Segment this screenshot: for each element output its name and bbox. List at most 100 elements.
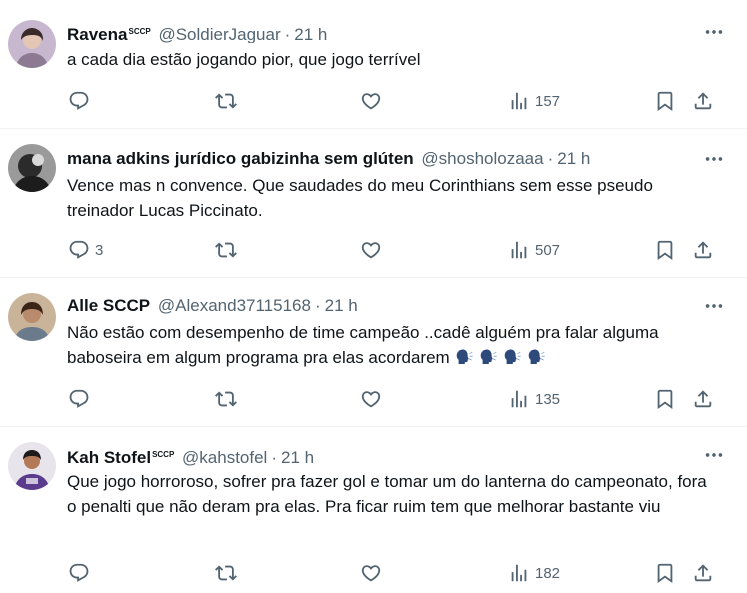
views-button[interactable]: 507 <box>508 238 560 262</box>
like-button[interactable] <box>360 561 382 585</box>
tweet[interactable]: Alle SCCP @Alexand37115168 · 21 h Não estã… <box>0 277 747 427</box>
bookmark-icon <box>654 90 676 112</box>
action-bar: 3 507 <box>0 238 747 262</box>
views-button[interactable]: 182 <box>508 561 560 585</box>
speaking-head-emoji <box>526 347 546 367</box>
reply-icon <box>68 562 90 584</box>
more-icon[interactable] <box>703 148 725 170</box>
retweet-icon <box>215 239 237 261</box>
like-button[interactable] <box>360 89 382 113</box>
tweet-header: Kah StofelSCCP @kahstofel · 21 h <box>67 444 697 466</box>
affiliation-badge: SCCP <box>128 27 151 36</box>
action-bar: 157 <box>0 89 747 113</box>
share-icon <box>692 388 714 410</box>
view-count: 182 <box>535 564 561 582</box>
like-button[interactable] <box>360 387 382 411</box>
view-count: 135 <box>535 390 561 408</box>
avatar[interactable] <box>8 20 56 68</box>
reply-icon <box>68 239 90 261</box>
views-button[interactable]: 135 <box>508 387 560 411</box>
views-icon <box>508 562 530 584</box>
username[interactable]: @kahstofel <box>182 448 267 466</box>
bookmark-icon <box>654 239 676 261</box>
display-name[interactable]: Ravena <box>67 25 127 43</box>
like-icon <box>360 562 382 584</box>
reply-button[interactable] <box>68 561 95 585</box>
like-icon <box>360 239 382 261</box>
display-name[interactable]: mana adkins jurídico gabizinha sem glúte… <box>67 149 414 168</box>
tweet-content: Não estão com desempenho de time campeão… <box>67 321 687 370</box>
separator-dot: · <box>314 296 321 315</box>
retweet-icon <box>215 90 237 112</box>
retweet-button[interactable] <box>215 89 237 113</box>
tweet-text: a cada dia estão jogando pior, que jogo … <box>67 50 421 69</box>
bookmark-button[interactable] <box>654 89 676 113</box>
share-icon <box>692 239 714 261</box>
share-icon <box>692 90 714 112</box>
more-icon[interactable] <box>703 295 725 317</box>
reply-button[interactable] <box>68 89 95 113</box>
share-icon <box>692 562 714 584</box>
retweet-button[interactable] <box>215 561 237 585</box>
reply-icon <box>68 90 90 112</box>
like-icon <box>360 90 382 112</box>
share-button[interactable] <box>692 89 714 113</box>
tweet[interactable]: RavenaSCCP @SoldierJaguar · 21 h a cada di… <box>0 0 747 129</box>
avatar[interactable] <box>8 144 56 192</box>
separator-dot: · <box>547 149 554 168</box>
action-bar: 182 <box>0 561 747 585</box>
speaking-head-emoji <box>454 347 474 367</box>
views-icon <box>508 90 530 112</box>
reply-button[interactable]: 3 <box>68 238 103 262</box>
avatar[interactable] <box>8 442 56 490</box>
tweet-header: Alle SCCP @Alexand37115168 · 21 h <box>67 295 697 317</box>
reply-button[interactable] <box>68 387 95 411</box>
like-icon <box>360 388 382 410</box>
bookmark-button[interactable] <box>654 561 676 585</box>
tweet-text: Vence mas n convence. Que saudades do me… <box>67 176 653 220</box>
speaking-head-emoji <box>478 347 498 367</box>
display-name[interactable]: Alle SCCP <box>67 296 150 315</box>
more-icon[interactable] <box>703 21 725 43</box>
views-icon <box>508 239 530 261</box>
retweet-icon <box>215 388 237 410</box>
timestamp[interactable]: 21 h <box>325 296 358 315</box>
timestamp[interactable]: 21 h <box>294 25 327 43</box>
retweet-icon <box>215 562 237 584</box>
tweet[interactable]: mana adkins jurídico gabizinha sem glúte… <box>0 128 747 278</box>
username[interactable]: @shosholozaaa <box>421 149 543 168</box>
speaking-head-emoji <box>502 347 522 367</box>
timestamp[interactable]: 21 h <box>281 448 314 466</box>
share-button[interactable] <box>692 561 714 585</box>
action-bar: 135 <box>0 387 747 411</box>
tweet-feed: RavenaSCCP @SoldierJaguar · 21 h a cada di… <box>0 0 747 593</box>
tweet-header: RavenaSCCP @SoldierJaguar · 21 h <box>67 21 697 43</box>
display-name[interactable]: Kah Stofel <box>67 448 151 466</box>
bookmark-button[interactable] <box>654 387 676 411</box>
bookmark-icon <box>654 388 676 410</box>
tweet-header: mana adkins jurídico gabizinha sem glúte… <box>67 148 697 170</box>
username[interactable]: @SoldierJaguar <box>158 25 280 43</box>
affiliation-badge: SCCP <box>152 450 175 459</box>
retweet-button[interactable] <box>215 238 237 262</box>
reply-icon <box>68 388 90 410</box>
share-button[interactable] <box>692 238 714 262</box>
like-button[interactable] <box>360 238 382 262</box>
tweet[interactable]: Kah StofelSCCP @kahstofel · 21 h Que jogo … <box>0 426 747 593</box>
separator-dot: · <box>271 448 278 466</box>
view-count: 507 <box>535 241 561 259</box>
separator-dot: · <box>284 25 291 43</box>
bookmark-icon <box>654 562 676 584</box>
views-button[interactable]: 157 <box>508 89 560 113</box>
reply-count: 3 <box>95 241 104 259</box>
views-icon <box>508 388 530 410</box>
timestamp[interactable]: 21 h <box>557 149 590 168</box>
retweet-button[interactable] <box>215 387 237 411</box>
avatar[interactable] <box>8 293 56 341</box>
share-button[interactable] <box>692 387 714 411</box>
bookmark-button[interactable] <box>654 238 676 262</box>
tweet-text: Não estão com desempenho de time campeão… <box>67 323 659 367</box>
view-count: 157 <box>535 92 561 110</box>
more-icon[interactable] <box>703 444 725 466</box>
username[interactable]: @Alexand37115168 <box>158 296 311 315</box>
